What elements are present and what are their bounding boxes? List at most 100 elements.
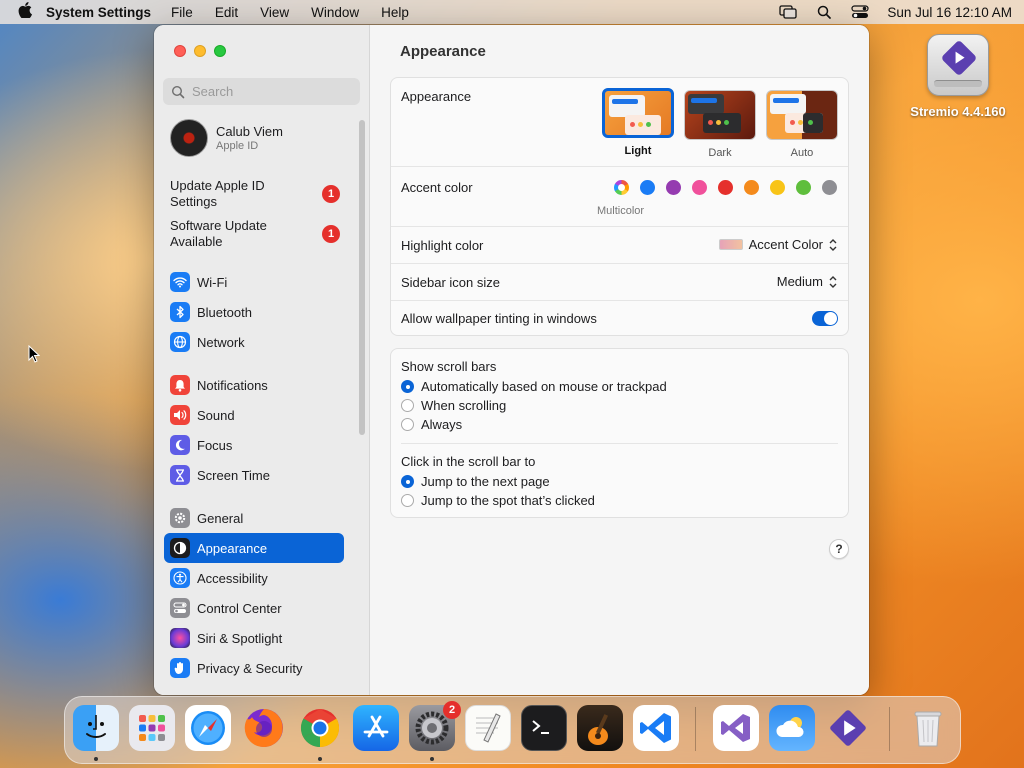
sidebar-scroll-thumb[interactable]: [359, 120, 365, 435]
radio-button: [401, 494, 414, 507]
sidebar-item-screen-time[interactable]: Screen Time: [164, 460, 344, 490]
sidebar-icon-size-popup[interactable]: Medium: [777, 274, 838, 289]
accent-multicolor-swatch[interactable]: [614, 180, 629, 195]
accent-graphite-swatch[interactable]: [822, 180, 837, 195]
vscode-icon[interactable]: [633, 705, 679, 751]
appearance-option-auto[interactable]: Auto: [766, 90, 838, 159]
accent-pink-swatch[interactable]: [692, 180, 707, 195]
radio-button: [401, 475, 414, 488]
sidebar-scrollbar[interactable]: [359, 120, 365, 435]
chevron-updown-icon: [829, 238, 837, 251]
sidebar-item-privacy-security[interactable]: Privacy & Security: [164, 653, 344, 683]
dark-mode-preview: [684, 90, 756, 140]
hourglass-icon: [170, 465, 190, 485]
wifi-icon: [170, 272, 190, 292]
app-store-icon[interactable]: [353, 705, 399, 751]
app-menu[interactable]: System Settings: [46, 5, 151, 20]
sidebar-item-control-center[interactable]: Control Center: [164, 593, 344, 623]
sidebar-item-label: Sound: [197, 407, 235, 423]
safari-icon[interactable]: [185, 705, 231, 751]
firefox-icon[interactable]: [241, 705, 287, 751]
bluetooth-icon: [170, 302, 190, 322]
sidebar-item-siri-spotlight[interactable]: Siri & Spotlight: [164, 623, 344, 653]
software-update-item[interactable]: Software Update Available 1: [170, 218, 340, 250]
minimize-window-button[interactable]: [194, 45, 206, 57]
zoom-window-button[interactable]: [214, 45, 226, 57]
sidebar-item-wifi[interactable]: Wi-Fi: [164, 267, 344, 297]
system-settings-icon[interactable]: 2: [409, 701, 461, 751]
appearance-option-light[interactable]: Light: [602, 88, 674, 157]
control-center-icon: [170, 598, 190, 618]
bell-icon: [170, 375, 190, 395]
launchpad-icon[interactable]: [129, 705, 175, 751]
visual-studio-icon[interactable]: [713, 705, 759, 751]
desktop-stremio-volume[interactable]: Stremio 4.4.160: [906, 34, 1010, 119]
sidebar-item-sound[interactable]: Sound: [164, 400, 344, 430]
radio-button: [401, 399, 414, 412]
weather-icon[interactable]: [769, 705, 815, 751]
help-button[interactable]: ?: [829, 539, 849, 559]
accent-blue-swatch[interactable]: [640, 180, 655, 195]
sidebar-item-label: Focus: [197, 437, 233, 453]
menu-file[interactable]: File: [171, 5, 193, 20]
sidebar-item-accessibility[interactable]: Accessibility: [164, 563, 344, 593]
sidebar-item-focus[interactable]: Focus: [164, 430, 344, 460]
update-apple-id-settings-item[interactable]: Update Apple ID Settings 1: [170, 178, 340, 210]
sidebar-item-label: Network: [197, 334, 245, 350]
garageband-icon[interactable]: [577, 705, 623, 751]
sidebar-item-general[interactable]: General: [164, 503, 344, 533]
accent-color-row: Accent color Multicolor: [391, 167, 848, 227]
desktop-item-label: Stremio 4.4.160: [910, 104, 1006, 119]
notice-label: Update Apple ID Settings: [170, 178, 265, 209]
row-label: Sidebar icon size: [401, 275, 500, 290]
close-window-button[interactable]: [174, 45, 186, 57]
apple-menu-icon[interactable]: [18, 1, 46, 23]
sidebar-item-notifications[interactable]: Notifications: [164, 370, 344, 400]
notification-badge: 1: [322, 225, 340, 243]
sidebar-item-label: Appearance: [197, 540, 268, 556]
control-center-icon[interactable]: [851, 5, 870, 19]
apple-id-profile[interactable]: Calub Viem Apple ID: [170, 119, 283, 157]
menu-window[interactable]: Window: [311, 5, 359, 20]
sidebar-item-appearance[interactable]: Appearance: [164, 533, 344, 563]
appearance-option-dark[interactable]: Dark: [684, 90, 756, 159]
wallpaper-tinting-toggle[interactable]: [812, 311, 838, 326]
search-icon: [171, 85, 185, 98]
sidebar-item-network[interactable]: Network: [164, 327, 344, 357]
stremio-icon[interactable]: [825, 705, 871, 751]
menubar-clock[interactable]: Sun Jul 16 12:10 AM: [887, 5, 1012, 20]
search-field[interactable]: Search: [163, 78, 360, 105]
running-indicator: [318, 757, 322, 761]
spotlight-search-icon[interactable]: [815, 5, 833, 19]
highlight-color-popup[interactable]: Accent Color: [718, 237, 838, 252]
menu-edit[interactable]: Edit: [215, 5, 238, 20]
click-scroll-title: Click in the scroll bar to: [401, 454, 536, 469]
appearance-option-label: Auto: [790, 147, 814, 159]
screen-mirroring-icon[interactable]: [779, 5, 798, 19]
system-settings-window: Search Calub Viem Apple ID Update Apple …: [154, 25, 869, 695]
notification-badge: 2: [443, 701, 461, 719]
accent-purple-swatch[interactable]: [666, 180, 681, 195]
chrome-icon[interactable]: [297, 705, 343, 751]
moon-icon: [170, 435, 190, 455]
accent-orange-swatch[interactable]: [744, 180, 759, 195]
radio-scroll-automatic[interactable]: Automatically based on mouse or trackpad: [401, 379, 667, 394]
radio-jump-next-page[interactable]: Jump to the next page: [401, 474, 550, 489]
finder-icon[interactable]: [73, 705, 119, 751]
accent-caption: Multicolor: [597, 205, 645, 217]
accent-red-swatch[interactable]: [718, 180, 733, 195]
textedit-icon[interactable]: [465, 705, 511, 751]
menu-help[interactable]: Help: [381, 5, 409, 20]
radio-scroll-always[interactable]: Always: [401, 417, 462, 432]
sidebar-item-bluetooth[interactable]: Bluetooth: [164, 297, 344, 327]
gear-icon: [170, 508, 190, 528]
radio-label: Jump to the spot that’s clicked: [421, 493, 595, 508]
radio-jump-to-spot[interactable]: Jump to the spot that’s clicked: [401, 493, 595, 508]
radio-scroll-when-scrolling[interactable]: When scrolling: [401, 398, 506, 413]
row-label: Accent color: [401, 180, 473, 195]
accent-yellow-swatch[interactable]: [770, 180, 785, 195]
menu-view[interactable]: View: [260, 5, 289, 20]
accent-green-swatch[interactable]: [796, 180, 811, 195]
trash-icon[interactable]: [905, 705, 951, 751]
terminal-icon[interactable]: [521, 705, 567, 751]
